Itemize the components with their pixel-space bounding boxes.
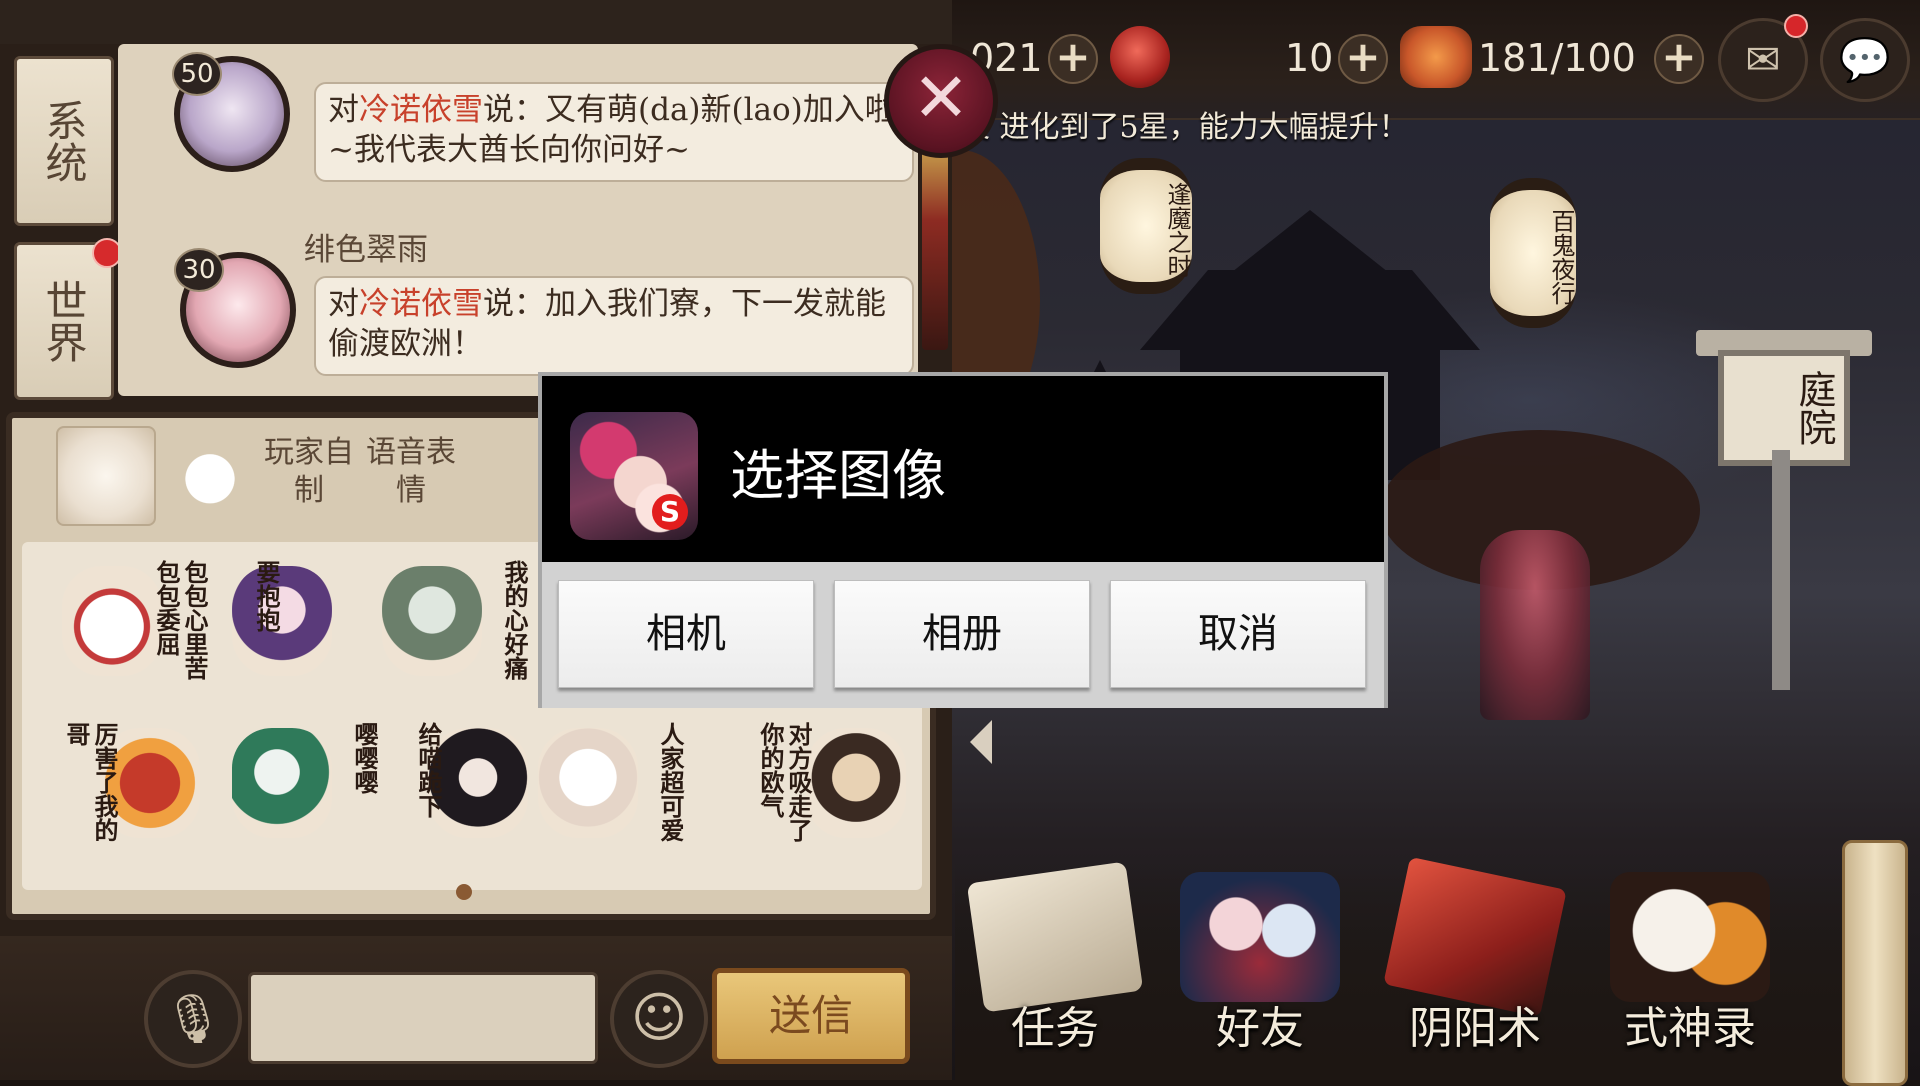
close-chat-button[interactable]: ✕ [884,44,998,158]
close-icon: ✕ [912,59,970,138]
dialog-header: S 选择图像 [542,376,1384,562]
sticker-caption: 对方吸走了你的欧气 [756,722,813,842]
select-image-dialog: S 选择图像 相机 相册 取消 [538,372,1388,708]
tab-system[interactable]: 系统 [14,56,114,226]
message-prefix: 对 [328,92,359,128]
add-stamina-button[interactable]: + [1654,34,1704,84]
nav-quests[interactable]: 任务 [960,861,1150,1062]
friends-icon [1180,872,1340,1002]
fox-mask-icon [1610,872,1770,1002]
player-character[interactable] [1480,530,1590,720]
dialog-title: 选择图像 [730,444,946,507]
quest-book-icon [966,861,1144,1013]
sticker-caption: 给喵跪下 [414,722,443,818]
album-button[interactable]: 相册 [834,580,1090,688]
lantern-encounter[interactable]: 逢魔之时 [1100,158,1192,294]
ticket-amount: 10 [1285,36,1334,80]
page-indicator-dot [456,884,472,900]
lantern-night-parade[interactable]: 百鬼夜行 [1490,178,1576,328]
cancel-button[interactable]: 取消 [1110,580,1366,688]
ticket-icon [1110,26,1170,88]
nav-shikigami-records[interactable]: 式神录 [1595,862,1785,1062]
sticker-art [428,728,528,838]
chat-bubble-icon: 💬 [1838,35,1892,84]
level-badge: 30 [174,248,224,292]
chat-message-list[interactable]: 50 对冷诺依雪说：又有萌(da)新(lao)加入啦~我代表大酋长向你问好~ 绯… [118,44,918,396]
microphone-icon: 🎙 [162,991,224,1047]
level-badge: 50 [172,52,222,96]
news-ticker: 叉 进化到了5星，能力大幅提升！ [960,110,1409,145]
camera-button[interactable]: 相机 [558,580,814,688]
tab-daruma-stickers[interactable] [162,426,258,522]
chat-message-bubble: 对冷诺依雪说：加入我们寮，下一发就能偷渡欧洲！ [314,276,914,376]
courtyard-signboard[interactable]: 庭院 [1718,350,1850,466]
sticker[interactable]: 人家超可爱 [528,718,685,848]
message-sender[interactable]: 绯色翠雨 [304,224,428,269]
app-icon: S [570,412,698,540]
tab-rabbit-stickers[interactable] [56,426,156,526]
smiley-face-icon: ☺ [630,986,688,1049]
scroll-decoration[interactable] [1842,840,1908,1086]
message-prefix: 对 [328,286,359,322]
chat-message-bubble: 对冷诺依雪说：又有萌(da)新(lao)加入啦~我代表大酋长向你问好~ [314,82,914,182]
mail-icon: ✉ [1745,35,1781,84]
sticker-caption: 厉害了我的哥 [62,722,119,842]
tab-voice-emoji[interactable]: 语音表情 [366,434,456,510]
nav-friends[interactable]: 好友 [1165,862,1355,1062]
mail-notification-dot [1784,14,1808,38]
collapse-chat-arrow-icon[interactable] [970,720,992,764]
tassel-decoration [922,150,948,350]
chat-text-input[interactable] [248,972,598,1064]
sticker-caption: 我的心好痛 [500,560,529,680]
bottom-navigation: 任务 好友 阴阳术 式神录 [955,856,1885,1080]
sticker[interactable]: 包包心里苦包包委屈 [52,556,209,686]
sticker-caption: 包包心里苦包包委屈 [152,560,209,680]
sticker-caption: 人家超可爱 [656,722,685,842]
stamina-amount: 181/100 [1478,36,1636,80]
signboard-post [1772,450,1790,690]
nav-onmyoji-arts-label: 阴阳术 [1409,1003,1541,1054]
sticker[interactable]: 我的心好痛 [372,556,529,686]
sticker[interactable]: 厉害了我的哥 [44,718,200,848]
message-target-name[interactable]: 冷诺依雪 [359,92,483,128]
send-button[interactable]: 送信 [712,968,910,1064]
tab-player-made[interactable]: 玩家自制 [264,434,354,510]
nav-onmyoji-arts[interactable]: 阴阳术 [1380,856,1570,1062]
add-ticket-button[interactable]: + [1338,34,1388,84]
nav-friends-label: 好友 [1216,1003,1304,1054]
dialog-button-row: 相机 相册 取消 [542,562,1384,708]
voice-input-button[interactable]: 🎙 [144,970,242,1068]
publisher-logo-icon: S [652,494,688,530]
emoji-button[interactable]: ☺ [610,970,708,1068]
nav-quests-label: 任务 [1011,1003,1099,1054]
add-jade-button[interactable]: + [1048,34,1098,84]
nav-shikigami-records-label: 式神录 [1624,1003,1756,1054]
message-target-name[interactable]: 冷诺依雪 [359,286,483,322]
chat-button[interactable]: 💬 [1820,18,1910,102]
sticker[interactable]: 嘤嘤嘤 [222,718,379,848]
resource-bar: 021 + 10 + 181/100 + ✉ 💬 [920,0,1920,120]
stamina-icon [1400,26,1472,88]
sticker[interactable]: 对方吸走了你的欧气 [722,718,906,848]
sticker[interactable]: 给喵跪下 [368,718,528,848]
sticker-caption: 要抱抱 [252,560,281,632]
sticker-art [806,728,906,838]
chat-top-frame [0,0,952,44]
sticker[interactable]: 要抱抱 [222,556,372,686]
